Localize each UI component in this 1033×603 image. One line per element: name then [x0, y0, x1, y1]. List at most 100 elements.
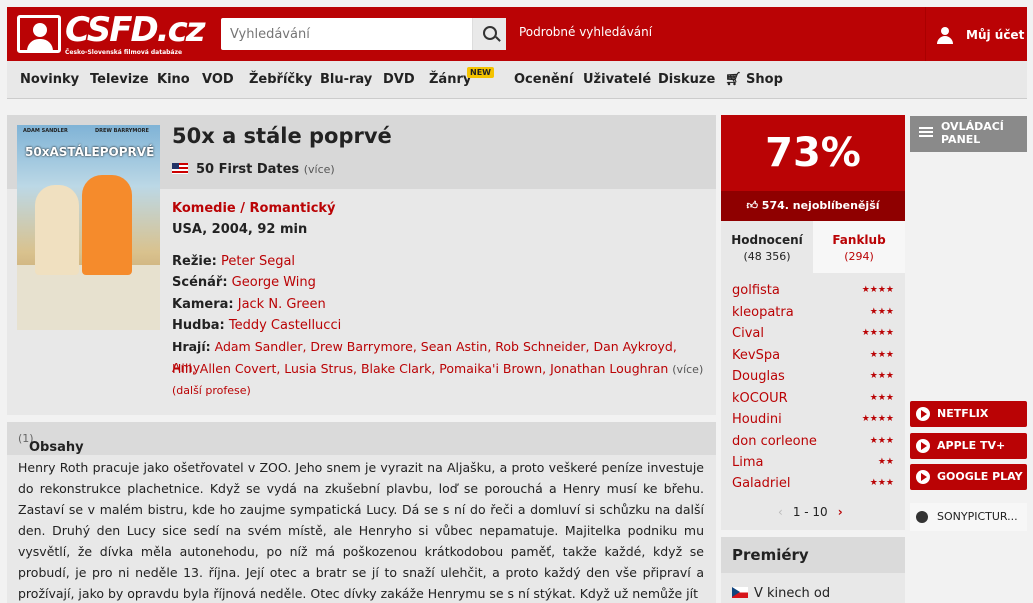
premieres-header: Premiéry: [721, 537, 905, 573]
play-icon: [916, 470, 930, 484]
vod-googleplay-button[interactable]: GOOGLE PLAY: [910, 464, 1027, 490]
rating-stars: ★★★★: [861, 414, 894, 424]
cast-label: Hrají:: [172, 339, 211, 354]
cz-flag-icon: [732, 587, 748, 598]
poster-actor-1: ADAM SANDLER: [23, 128, 68, 134]
user-link[interactable]: Cival: [732, 326, 764, 341]
cast-line-2[interactable]: Hill, Allen Covert, Lusia Strus, Blake C…: [172, 361, 668, 376]
user-link[interactable]: don corleone: [732, 434, 817, 449]
nav-item-dvd[interactable]: DVD: [383, 72, 415, 87]
prev-page-icon[interactable]: ‹: [778, 505, 783, 519]
nav-item-kino[interactable]: Kino: [157, 72, 190, 87]
cart-icon: 🛒︎: [725, 72, 747, 87]
hamburger-icon: [919, 127, 933, 129]
crew-label: Scénář:: [172, 275, 228, 290]
poster-title: 50xASTÁLEPOPRVÉ: [25, 145, 155, 159]
main-nav: Novinky Televize Kino VOD Žebříčky Blu-r…: [7, 61, 1027, 99]
vod-label: NETFLIX: [937, 407, 989, 420]
tab-label: Fanklub: [832, 233, 886, 247]
crew-label: Režie:: [172, 254, 217, 269]
nav-item-novinky[interactable]: Novinky: [20, 72, 79, 87]
vod-appletv-button[interactable]: APPLE TV+: [910, 433, 1027, 459]
poster-actor-2: DREW BARRYMORE: [95, 128, 149, 134]
nav-item-zanry[interactable]: Žánry: [429, 72, 471, 87]
user-link[interactable]: golfista: [732, 283, 780, 298]
nav-item-uzivatele[interactable]: Uživatelé: [583, 72, 651, 87]
account-button[interactable]: Můj účet: [925, 7, 1027, 61]
logo-subtitle: Česko-Slovenská filmová databáze: [65, 49, 183, 56]
nav-item-shop[interactable]: 🛒︎ Shop: [725, 72, 783, 87]
site-logo[interactable]: CSFD.cz Česko-Slovenská filmová databáze: [17, 11, 206, 57]
crew-row-rezie: Režie: Peter Segal: [172, 251, 295, 272]
vod-netflix-button[interactable]: NETFLIX: [910, 401, 1027, 427]
nav-item-vod[interactable]: VOD: [202, 72, 234, 87]
user-link[interactable]: Douglas: [732, 369, 785, 384]
play-icon: [916, 407, 930, 421]
premieres-title: Premiéry: [732, 546, 809, 564]
user-link[interactable]: Houdini: [732, 412, 782, 427]
crew-link[interactable]: Teddy Castellucci: [229, 318, 341, 333]
account-label: Můj účet: [966, 28, 1025, 42]
nav-item-oceneni[interactable]: Ocenění: [514, 72, 573, 87]
user-link[interactable]: KevSpa: [732, 348, 780, 363]
rating-pager: ‹ 1 - 10 ›: [778, 505, 843, 519]
cast-more-link[interactable]: (více): [672, 363, 703, 376]
nav-item-diskuze[interactable]: Diskuze: [658, 72, 715, 87]
rating-stars: ★★: [877, 457, 894, 467]
tab-label: Hodnocení: [731, 233, 803, 247]
play-icon: [916, 439, 930, 453]
logo-person-icon: [17, 15, 61, 53]
search-icon[interactable]: [472, 18, 506, 50]
crew-label: Kamera:: [172, 297, 234, 312]
new-badge: NEW: [467, 67, 494, 78]
film-title: 50x a stále poprvé: [172, 124, 392, 148]
user-link[interactable]: Lima: [732, 455, 763, 470]
rating-stars: ★★★★: [861, 285, 894, 295]
control-panel-button[interactable]: OVLÁDACÍ PANEL: [910, 116, 1027, 152]
nav-item-zebricky[interactable]: Žebříčky: [249, 72, 312, 87]
tab-count: (48 356): [743, 250, 791, 263]
vod-label: APPLE TV+: [937, 439, 1006, 452]
user-link[interactable]: Galadriel: [732, 476, 790, 491]
nav-item-bluray[interactable]: Blu-ray: [320, 72, 372, 87]
genres-link[interactable]: Komedie / Romantický: [172, 201, 336, 216]
poster-figure-1: [35, 185, 79, 275]
original-title: 50 First Dates (více): [172, 162, 335, 177]
plot-title-text: Obsahy: [29, 440, 84, 455]
popularity-rank[interactable]: 👍︎ 574. nejoblíbenější: [721, 191, 905, 221]
crew-label: Hudba:: [172, 318, 225, 333]
user-icon: [936, 27, 954, 45]
tab-fanklub[interactable]: Fanklub (294): [813, 221, 905, 273]
user-link[interactable]: kleopatra: [732, 305, 794, 320]
crew-link[interactable]: George Wing: [232, 275, 316, 290]
search-box: [221, 18, 506, 50]
vod-label: GOOGLE PLAY: [937, 470, 1023, 483]
next-page-icon[interactable]: ›: [838, 505, 843, 519]
advanced-search-link[interactable]: Podrobné vyhledávání: [519, 25, 652, 39]
rating-score: 73%: [721, 115, 905, 191]
crew-row-hudba: Hudba: Teddy Castellucci: [172, 315, 341, 336]
original-title-text: 50 First Dates: [196, 162, 300, 177]
search-input[interactable]: [221, 18, 471, 50]
professions-link[interactable]: (další profese): [172, 384, 251, 397]
film-poster[interactable]: ADAM SANDLER DREW BARRYMORE 50xASTÁLEPOP…: [17, 125, 160, 330]
thumbs-up-icon: 👍︎: [746, 199, 762, 212]
origin-info: USA, 2004, 92 min: [172, 222, 308, 237]
rating-stars: ★★★: [869, 350, 894, 360]
distributor-link[interactable]: SONYPICTUR...: [910, 503, 1027, 531]
crew-link[interactable]: Peter Segal: [221, 254, 295, 269]
us-flag-icon: [172, 163, 188, 174]
crew-row-kamera: Kamera: Jack N. Green: [172, 294, 326, 315]
globe-icon: [916, 511, 928, 523]
premieres-box: Premiéry V kinech od: [721, 537, 905, 603]
tab-hodnoceni[interactable]: Hodnocení (48 356): [721, 221, 813, 273]
original-title-more-link[interactable]: (více): [304, 163, 335, 176]
nav-item-televize[interactable]: Televize: [90, 72, 149, 87]
rating-stars: ★★★: [869, 371, 894, 381]
user-link[interactable]: kOCOUR: [732, 391, 788, 406]
rating-stars: ★★★: [869, 436, 894, 446]
rating-stars: ★★★: [869, 393, 894, 403]
crew-link[interactable]: Jack N. Green: [238, 297, 326, 312]
plot-section: Obsahy (1) Henry Roth pracuje jako ošetř…: [7, 422, 716, 603]
shop-label: Shop: [746, 72, 783, 87]
